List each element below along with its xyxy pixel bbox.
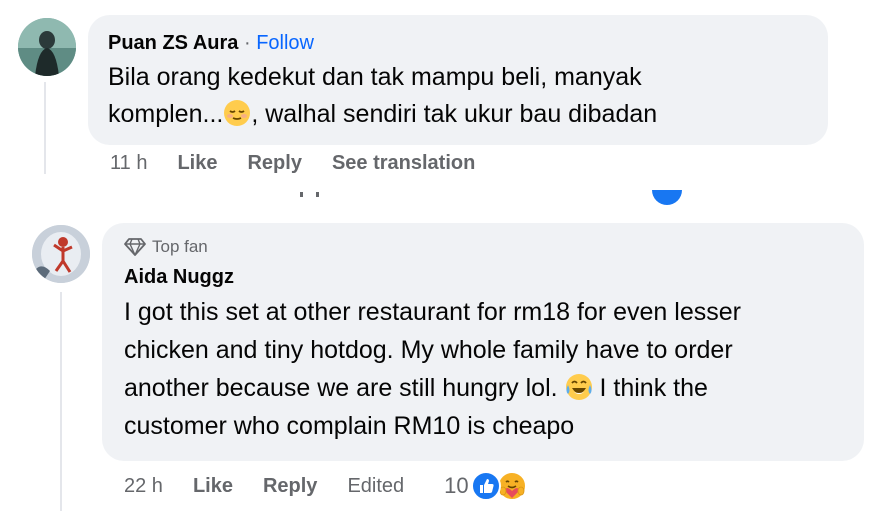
comment-actions: 22 h Like Reply Edited 10 — [124, 471, 527, 501]
comment-text-line: another because we are still hungry lol.… — [124, 373, 708, 402]
see-translation-button[interactable]: See translation — [332, 152, 475, 175]
diamond-icon — [124, 238, 146, 256]
avatar[interactable] — [32, 225, 90, 283]
avatar-image — [32, 225, 90, 283]
comment-timestamp[interactable]: 22 h — [124, 475, 163, 498]
separator-dot: · — [243, 32, 251, 54]
comment-text-line: customer who complain RM10 is cheapo — [124, 412, 575, 440]
hidden-reaction-icon — [652, 190, 682, 205]
care-reaction-icon — [496, 471, 527, 501]
follow-link[interactable]: Follow — [256, 32, 314, 54]
comment-bubble: Puan ZS Aura · Follow Bila orang kedekut… — [88, 15, 828, 145]
relieved-face-emoji-icon — [223, 99, 251, 127]
like-button[interactable]: Like — [177, 152, 217, 175]
comment-text: I got this set at other restaurant for r… — [124, 293, 842, 445]
reaction-count: 10 — [444, 473, 469, 498]
comment-text: Bila orang kedekut dan tak mampu beli, m… — [108, 59, 808, 133]
top-fan-badge: Top fan — [124, 237, 842, 257]
comment-text-line: Bila orang kedekut dan tak mampu beli, m… — [108, 63, 642, 91]
hidden-overflow-text — [296, 192, 326, 202]
like-reaction-icon — [470, 471, 501, 501]
tears-of-joy-emoji-icon — [565, 373, 593, 401]
reactions-summary[interactable]: 10 — [444, 471, 527, 501]
thread-line — [60, 292, 62, 511]
top-fan-label: Top fan — [152, 237, 208, 256]
comment-text-line: chicken and tiny hotdog. My whole family… — [124, 336, 733, 364]
comment-author[interactable]: Puan ZS Aura — [108, 32, 238, 54]
comment-timestamp[interactable]: 11 h — [110, 152, 147, 175]
comment-author[interactable]: Aida Nuggz — [124, 265, 842, 289]
comment-bubble: Top fan Aida Nuggz I got this set at oth… — [102, 223, 864, 461]
like-button[interactable]: Like — [193, 475, 233, 498]
comment-actions: 11 h Like Reply See translation — [110, 150, 475, 176]
avatar-image — [18, 18, 76, 76]
thread-line — [44, 82, 46, 174]
comment-text-line: I got this set at other restaurant for r… — [124, 298, 741, 326]
reply-button[interactable]: Reply — [247, 152, 301, 175]
edited-label: Edited — [347, 474, 405, 497]
reply-button[interactable]: Reply — [263, 475, 317, 498]
comment-text-line: komplen... , walhal sendiri tak ukur bau… — [108, 99, 658, 128]
avatar[interactable] — [18, 18, 76, 76]
